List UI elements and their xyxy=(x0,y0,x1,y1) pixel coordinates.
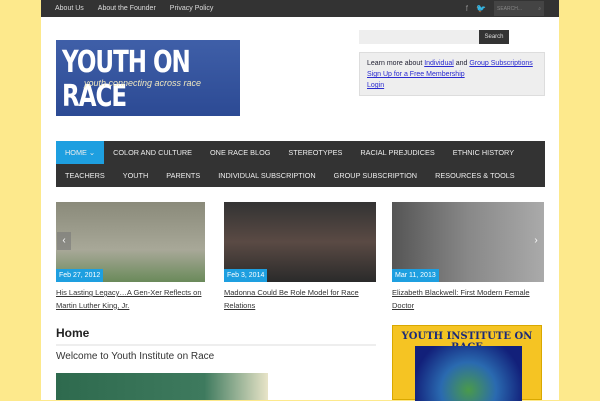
nav-resources-tools[interactable]: RESOURCES & TOOLS xyxy=(426,164,524,187)
nav-color-culture[interactable]: COLOR AND CULTURE xyxy=(104,141,201,164)
about-founder-link[interactable]: About the Founder xyxy=(98,5,156,12)
group-subscriptions-link[interactable]: Group Subscriptions xyxy=(469,60,532,67)
divider xyxy=(56,344,376,346)
slide-image[interactable]: ‹ Feb 27, 2012 xyxy=(56,202,205,282)
about-us-link[interactable]: About Us xyxy=(55,5,84,12)
slide-title-link[interactable]: His Lasting Legacy…A Gen-Xer Reflects on… xyxy=(56,287,206,312)
next-arrow-icon[interactable]: › xyxy=(529,232,543,250)
nav-stereotypes[interactable]: STEREOTYPES xyxy=(279,141,351,164)
nav-parents[interactable]: PARENTS xyxy=(157,164,209,187)
classroom-image xyxy=(56,373,268,400)
site-logo[interactable]: YOUTH ON RACE youth connecting across ra… xyxy=(56,40,240,116)
nav-one-race-blog[interactable]: ONE RACE BLOG xyxy=(201,141,279,164)
search-button[interactable]: Search xyxy=(479,30,509,44)
search-input[interactable] xyxy=(359,30,479,44)
prev-arrow-icon[interactable]: ‹ xyxy=(57,232,71,250)
nav-group-subscription[interactable]: GROUP SUBSCRIPTION xyxy=(325,164,426,187)
top-bar: About Us About the Founder Privacy Polic… xyxy=(41,0,559,17)
slide-image[interactable]: › Mar 11, 2013 xyxy=(392,202,544,282)
slide-date: Feb 27, 2012 xyxy=(56,269,104,282)
privacy-policy-link[interactable]: Privacy Policy xyxy=(170,5,214,12)
nav-home[interactable]: HOME ⌄ xyxy=(56,141,105,164)
nav-racial-prejudices[interactable]: RACIAL PREJUDICES xyxy=(351,141,443,164)
nav-home-label: HOME xyxy=(65,148,87,157)
search-icon: ⌕ xyxy=(538,6,541,12)
subscription-info-box: Learn more about Individual and Group Su… xyxy=(359,52,545,96)
nav-ethnic-history[interactable]: ETHNIC HISTORY xyxy=(444,141,523,164)
slide-image[interactable]: Feb 3, 2014 xyxy=(224,202,376,282)
sidebar-ad[interactable]: YOUTH INSTITUTE ON RACE xyxy=(392,325,542,401)
info-text: Learn more about xyxy=(367,60,425,67)
facebook-icon[interactable]: f xyxy=(466,4,468,13)
nav-teachers[interactable]: TEACHERS xyxy=(56,164,114,187)
nav-youth[interactable]: YOUTH xyxy=(114,164,158,187)
info-and: and xyxy=(453,60,470,67)
slide-title-link[interactable]: Madonna Could Be Role Model for Race Rel… xyxy=(224,287,374,312)
slide-date: Mar 11, 2013 xyxy=(392,269,439,282)
login-link[interactable]: Login xyxy=(367,82,384,89)
slide-date: Feb 3, 2014 xyxy=(224,269,268,282)
individual-link[interactable]: Individual xyxy=(424,60,454,67)
search-placeholder: SEARCH... xyxy=(497,6,523,12)
main-nav: HOME ⌄ COLOR AND CULTURE ONE RACE BLOG S… xyxy=(56,141,545,187)
globe-image xyxy=(415,346,522,401)
page-title: Home xyxy=(56,326,90,340)
nav-individual-subscription[interactable]: INDIVIDUAL SUBSCRIPTION xyxy=(209,164,324,187)
welcome-heading: Welcome to Youth Institute on Race xyxy=(56,351,215,362)
top-search-input[interactable]: SEARCH... ⌕ xyxy=(494,1,544,16)
twitter-icon[interactable]: 🐦 xyxy=(476,4,486,13)
logo-tagline: youth connecting across race xyxy=(84,78,202,88)
slide-title-link[interactable]: Elizabeth Blackwell: First Modern Female… xyxy=(392,287,542,312)
signup-link[interactable]: Sign Up for a Free Membership xyxy=(367,71,465,78)
